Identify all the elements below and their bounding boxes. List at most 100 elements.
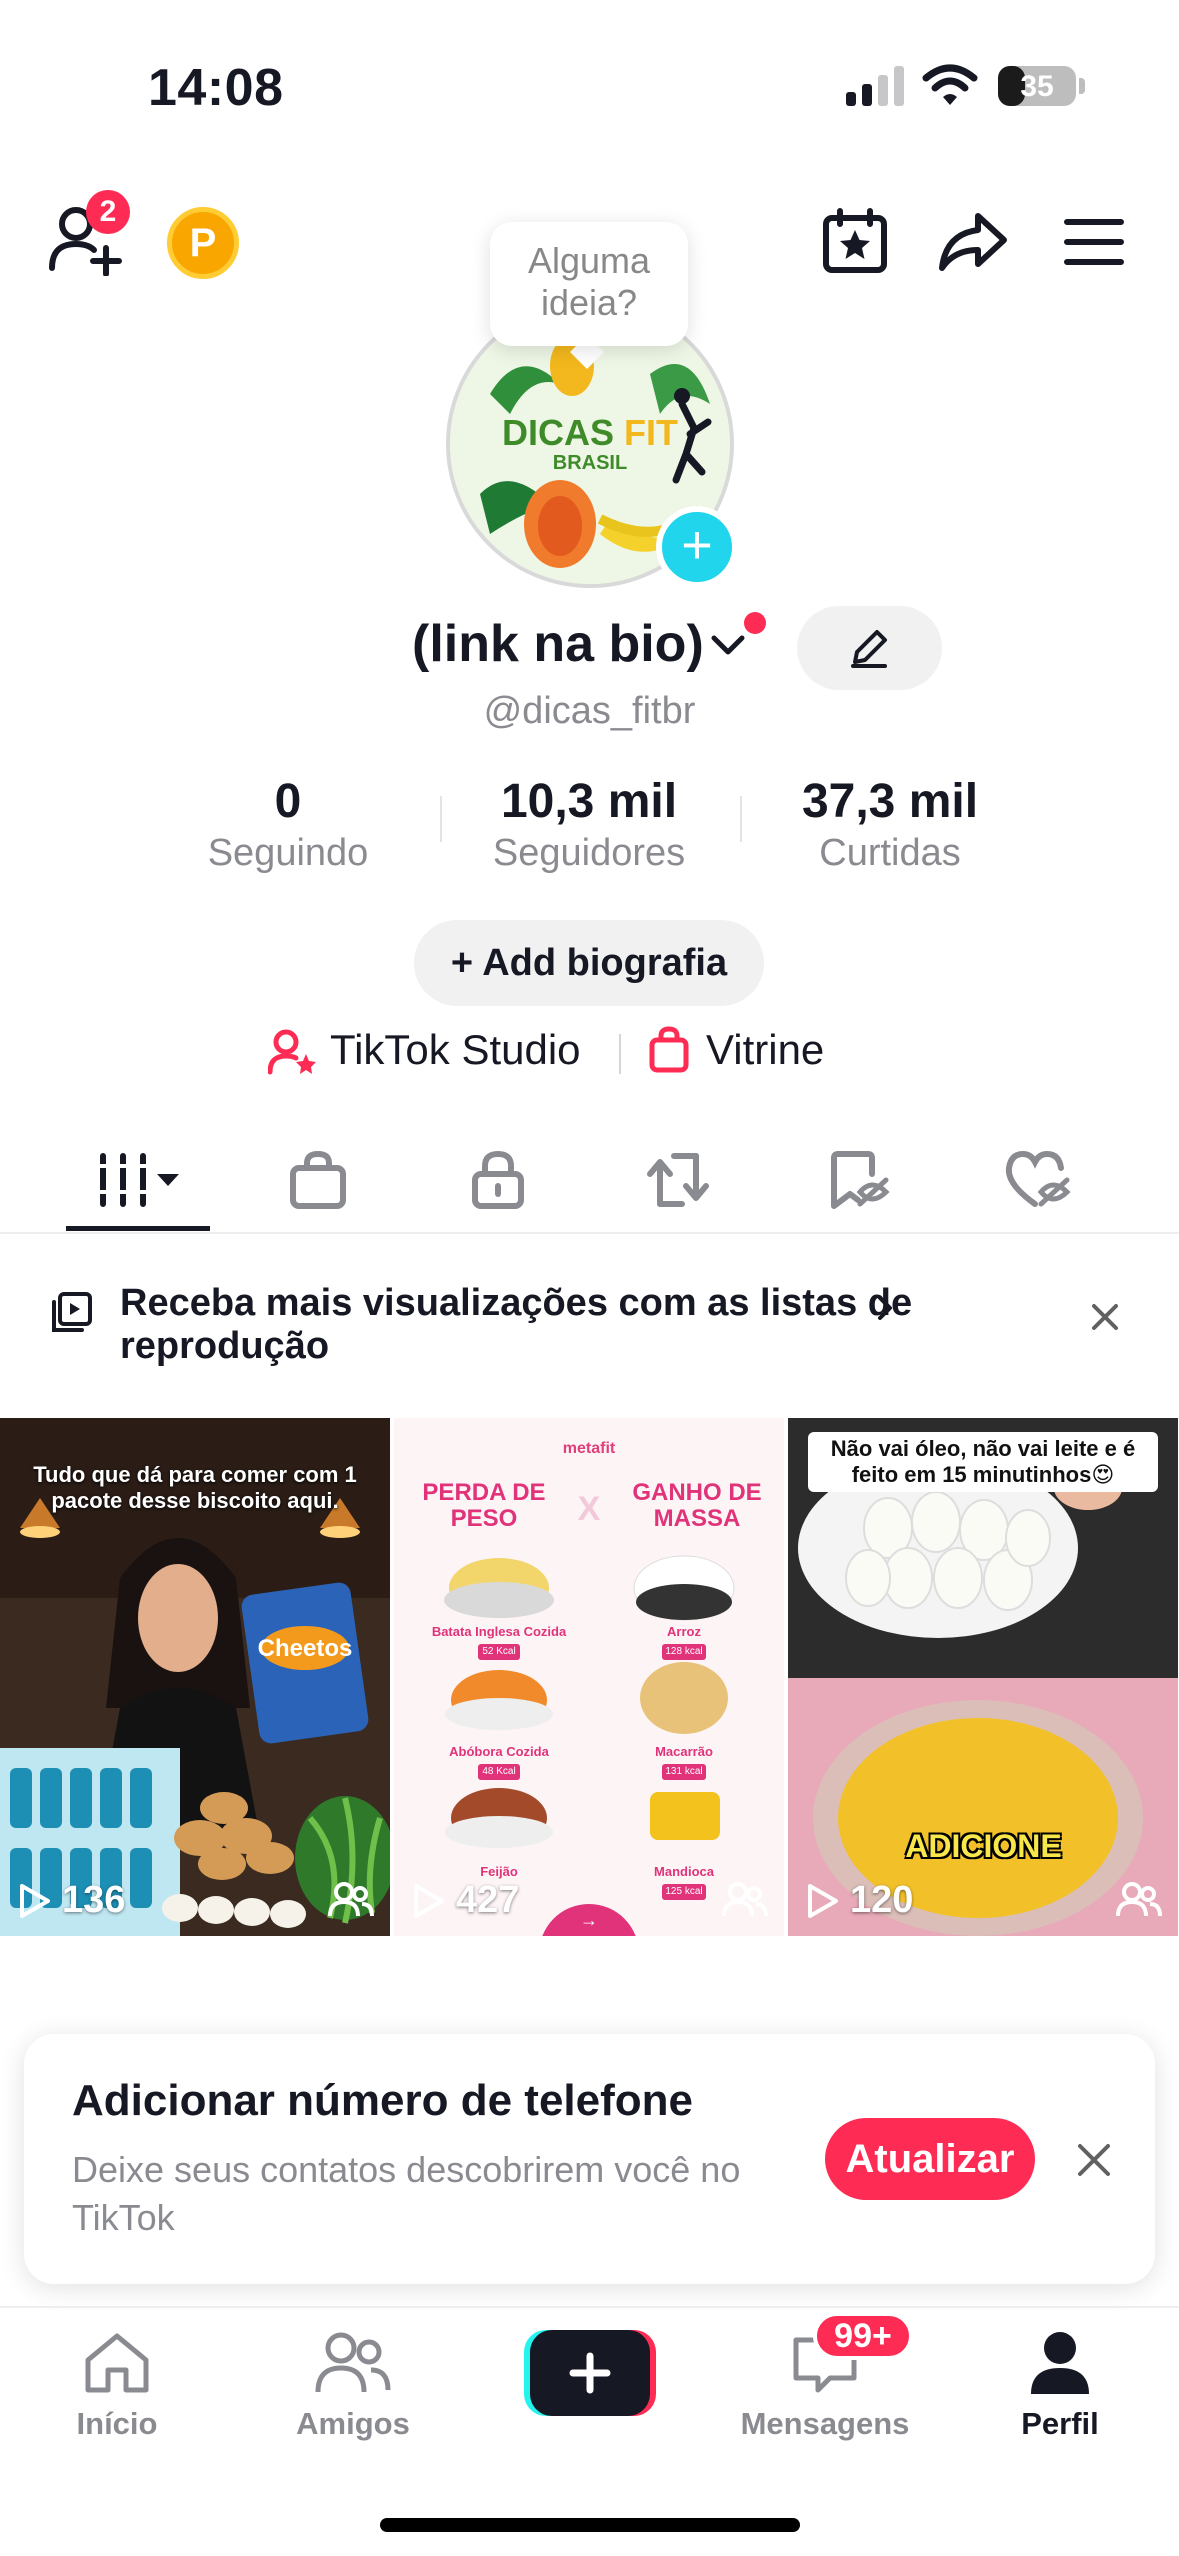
food-name: Abóbora Cozida (449, 1744, 549, 1759)
plus-icon: + (450, 942, 483, 984)
likes-count[interactable]: 37,3 mil (760, 774, 1020, 829)
food-kcal: 48 Kcal (478, 1764, 520, 1780)
tiktok-studio-link[interactable]: TikTok Studio (330, 1026, 581, 1074)
tab-private[interactable] (408, 1130, 588, 1230)
nav-friends[interactable]: Amigos (253, 2320, 453, 2441)
video-caption: Não vai óleo, não vai leite e é feito em… (808, 1432, 1158, 1492)
followers-count[interactable]: 10,3 mil (459, 774, 719, 829)
close-card-icon[interactable] (1076, 2142, 1112, 2178)
nav-profile[interactable]: Perfil (960, 2320, 1160, 2441)
play-icon (20, 1883, 50, 1918)
create-video-button[interactable] (524, 2330, 656, 2416)
food-illustrations (444, 1555, 735, 1848)
likes-label[interactable]: Curtidas (760, 832, 1020, 875)
video-thumbnail[interactable]: Cheetos Tudo que dá para comer com 1 pac… (0, 1418, 390, 1936)
versus-mark: X (577, 1490, 601, 1528)
muscle-gain-title: GANHO DE MASSA (632, 1479, 762, 1532)
idea-tooltip[interactable]: Alguma ideia? (490, 222, 688, 346)
lock-icon (472, 1150, 524, 1209)
battery-percent: 35 (1020, 70, 1054, 103)
wifi-icon (922, 64, 978, 105)
home-icon (85, 2333, 149, 2393)
tab-liked[interactable] (948, 1130, 1128, 1230)
friends-only-icon (722, 1882, 768, 1917)
tiktok-studio-icon (268, 1029, 316, 1075)
food-name: Feijão (480, 1864, 518, 1879)
arrow-right-icon: → (580, 1910, 598, 1930)
avatar-logo-subtitle: BRASIL (552, 452, 628, 474)
playlist-icon (52, 1292, 92, 1332)
create-plus-icon (524, 2330, 656, 2416)
video-views: 427 (412, 1879, 519, 1922)
tab-favorites[interactable] (768, 1130, 948, 1230)
active-tab-indicator (66, 1226, 210, 1231)
nav-messages-label: Mensagens (740, 2406, 910, 2441)
stats-divider (440, 796, 442, 842)
nav-home[interactable]: Início (17, 2320, 217, 2441)
coins-icon[interactable]: P (167, 207, 239, 279)
snack-brand: Cheetos (258, 1635, 353, 1662)
heart-hidden-icon (1005, 1150, 1071, 1207)
edit-profile-button[interactable] (797, 606, 942, 690)
following-count[interactable]: 0 (188, 774, 388, 829)
stats-divider (740, 796, 742, 842)
add-bio-label: Add biografia (482, 942, 728, 984)
menu-icon[interactable] (1064, 218, 1124, 266)
video-brand: metafit (562, 1440, 616, 1457)
playlists-promo[interactable]: Receba mais visualizações com as listas … (120, 1282, 920, 1368)
chevron-down-icon[interactable] (708, 630, 748, 660)
video-overlay-text: ADICIONE (905, 1828, 1062, 1864)
add-bio-button[interactable]: + Add biografia (414, 920, 764, 1006)
battery-indicator: 35 (998, 66, 1076, 106)
calendar-star-icon[interactable] (822, 208, 888, 274)
friends-icon (315, 2332, 391, 2393)
tabs-divider (0, 1232, 1179, 1234)
share-icon[interactable] (938, 212, 1008, 272)
food-name: Macarrão (655, 1744, 713, 1759)
links-divider (619, 1034, 621, 1074)
bag-icon (290, 1150, 346, 1209)
play-icon (414, 1883, 444, 1918)
food-kcal: 128 kcal (662, 1644, 706, 1660)
friends-only-icon (1116, 1882, 1162, 1917)
food-kcal: 125 kcal (662, 1884, 706, 1900)
tab-videos[interactable] (48, 1130, 228, 1230)
friend-requests-badge: 2 (86, 190, 130, 234)
followers-label[interactable]: Seguidores (459, 832, 719, 875)
add-story-button[interactable]: + (656, 506, 738, 588)
battery-tip (1079, 78, 1085, 94)
following-label[interactable]: Seguindo (188, 832, 388, 875)
bottom-nav-divider (0, 2306, 1179, 2308)
play-icon (808, 1883, 838, 1918)
avatar-logo-text: DICAS FIT (501, 412, 678, 453)
add-phone-title: Adicionar número de telefone (72, 2076, 693, 2125)
tab-reposts[interactable] (588, 1130, 768, 1230)
video-thumbnail[interactable]: Não vai óleo, não vai leite e é feito em… (788, 1418, 1178, 1936)
video-views: 120 (806, 1879, 913, 1922)
cellular-signal-icon (846, 66, 904, 106)
nav-home-label: Início (76, 2406, 158, 2441)
food-name: Mandioca (654, 1864, 714, 1879)
repost-icon (647, 1153, 709, 1207)
nav-friends-label: Amigos (296, 2406, 410, 2441)
nav-profile-label: Perfil (1021, 2406, 1099, 2441)
video-caption: Tudo que dá para comer com 1 pacote dess… (33, 1462, 357, 1513)
bookmark-hidden-icon (831, 1151, 890, 1209)
video-views-count: 120 (850, 1879, 914, 1921)
chevron-right-icon[interactable] (874, 1294, 898, 1322)
food-name: Arroz (667, 1624, 701, 1639)
profile-icon (1031, 2332, 1089, 2394)
home-indicator (380, 2518, 800, 2532)
video-views-count: 427 (456, 1879, 520, 1921)
tab-shop[interactable] (228, 1130, 408, 1230)
update-phone-button[interactable]: Atualizar (825, 2118, 1035, 2200)
food-kcal: 131 kcal (662, 1764, 706, 1780)
storefront-link[interactable]: Vitrine (706, 1026, 824, 1074)
video-views: 136 (18, 1879, 125, 1922)
food-name: Batata Inglesa Cozida (431, 1624, 567, 1639)
profile-name[interactable]: (link na bio) (412, 614, 704, 674)
add-phone-description: Deixe seus contatos descobrirem você no … (72, 2149, 741, 2238)
videos-grid-icon (97, 1153, 179, 1207)
close-promo-icon[interactable] (1090, 1302, 1120, 1332)
video-thumbnail[interactable]: metafit PERDA DE PESO X GANHO DE MASSA B… (394, 1418, 784, 1936)
